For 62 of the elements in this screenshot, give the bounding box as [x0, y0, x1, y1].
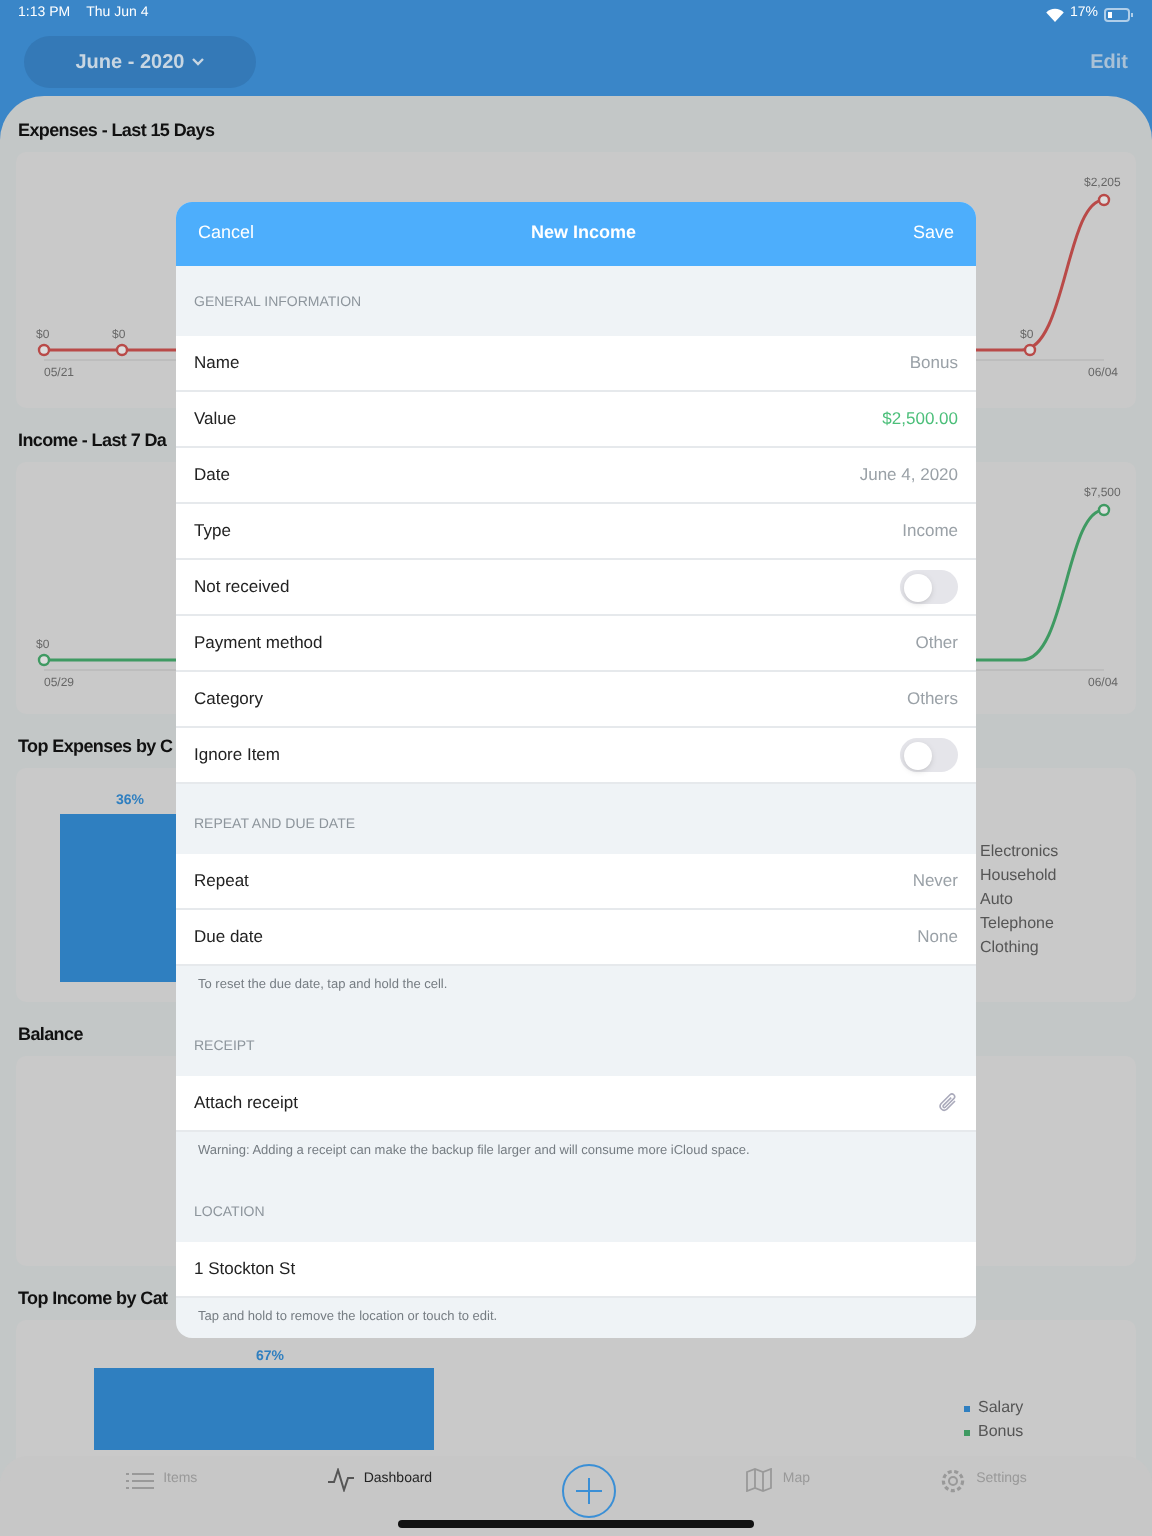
- section-title: Expenses - Last 15 Days: [16, 120, 217, 142]
- data-point: [37, 343, 51, 357]
- pulse-icon: [327, 1468, 354, 1492]
- row-value: Other: [915, 630, 958, 656]
- row-value: June 4, 2020: [859, 462, 958, 488]
- form-row[interactable]: Repeat Never: [176, 854, 976, 910]
- row-label: Attach receipt: [194, 1090, 298, 1116]
- legend-label: Household: [980, 864, 1057, 888]
- row-value: Others: [906, 686, 958, 712]
- row-label: Type: [194, 518, 231, 544]
- data-point: [1023, 343, 1037, 357]
- row-label: Due date: [194, 924, 263, 950]
- amount-value: $2,500.00: [882, 406, 958, 432]
- form-row[interactable]: Value $2,500.00: [176, 392, 976, 448]
- row-value: None: [917, 924, 958, 950]
- legend-label: Salary: [978, 1396, 1024, 1420]
- legend-label: Telephone: [980, 912, 1054, 936]
- legend-label: Bonus: [978, 1420, 1024, 1444]
- form-row[interactable]: Category Others: [176, 672, 976, 728]
- settings-icon: [940, 1467, 967, 1493]
- data-point: [37, 653, 51, 667]
- paperclip-icon[interactable]: [938, 1092, 958, 1114]
- form-row[interactable]: Ignore Item: [176, 728, 976, 784]
- row-value: Income: [902, 518, 958, 544]
- modal-title: New Income: [530, 220, 636, 247]
- toggle-switch[interactable]: [900, 738, 958, 772]
- add-button[interactable]: [562, 1464, 617, 1518]
- section-title: Income - Last 7 Da: [16, 430, 169, 452]
- form-row[interactable]: Due date None: [176, 910, 976, 966]
- wifi-icon: [1045, 7, 1064, 21]
- row-label: Value: [194, 406, 237, 432]
- chevron-down-icon: [192, 58, 205, 66]
- row-label: Payment method: [194, 630, 323, 656]
- row-value: Never: [912, 868, 958, 894]
- section-title: Balance: [16, 1024, 85, 1046]
- row-label: Category: [194, 686, 263, 712]
- form-row[interactable]: Not received: [176, 560, 976, 616]
- legend-label: Electronics: [980, 840, 1059, 864]
- legend-label: Auto: [980, 888, 1013, 912]
- form-row[interactable]: Type Income: [176, 504, 976, 560]
- row-label: Repeat: [194, 868, 249, 894]
- row-label: Not received: [194, 574, 290, 600]
- data-point: [1097, 193, 1111, 207]
- form-row[interactable]: Name Bonus: [176, 336, 976, 392]
- map-icon: [746, 1468, 773, 1492]
- plus-icon: [576, 1478, 603, 1504]
- row-label: Date: [194, 462, 230, 488]
- row-value: Bonus: [909, 350, 958, 376]
- form-row[interactable]: Payment method Other: [176, 616, 976, 672]
- form-row[interactable]: Attach receipt: [176, 1076, 976, 1132]
- data-point: [115, 343, 129, 357]
- row-label: Ignore Item: [194, 742, 280, 768]
- toggle-switch[interactable]: [900, 570, 958, 604]
- row-label: 1 Stockton St: [194, 1256, 296, 1282]
- section-title: Top Expenses by C: [16, 736, 175, 758]
- section-title: Top Income by Cat: [16, 1288, 170, 1310]
- form-row[interactable]: 1 Stockton St: [176, 1242, 976, 1298]
- row-label: Name: [194, 350, 240, 376]
- data-point: [1097, 503, 1111, 517]
- legend-label: Clothing: [980, 936, 1039, 960]
- form-row[interactable]: Date June 4, 2020: [176, 448, 976, 504]
- battery-icon: [1104, 7, 1134, 21]
